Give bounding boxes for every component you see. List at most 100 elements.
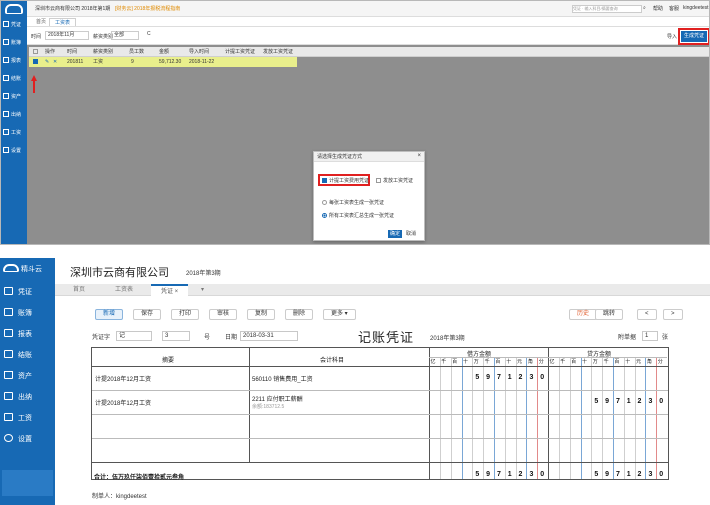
attachment-input[interactable]: 1: [642, 331, 658, 341]
sidebar-item-cashier[interactable]: 出纳: [4, 389, 54, 407]
amount-digit: 7: [496, 374, 501, 381]
copy-button[interactable]: 复制: [247, 309, 276, 320]
voucher-toolbar: 新增 保存 打印 审核 复制 删除 更多 ▾ 历史 跳转 < >: [55, 296, 710, 328]
amount-grid-line: [439, 357, 441, 479]
ledger-icon: [4, 308, 13, 316]
date-input[interactable]: 2018-03-31: [240, 331, 298, 341]
top-filter-bar: 时间 2018年11月 薪资类别 全部 C 导入: [27, 27, 709, 45]
sidebar-item-voucher[interactable]: 凭证: [3, 21, 27, 33]
generate-voucher-button[interactable]: 生成凭证: [678, 28, 709, 45]
unit-label: 亿: [430, 359, 436, 365]
row-import-time: 2018-11-22: [189, 59, 215, 65]
table-hline: [92, 390, 668, 391]
sidebar-item-ledger[interactable]: 账簿: [4, 305, 54, 323]
dialog-close-icon[interactable]: ×: [417, 153, 421, 159]
search-input[interactable]: 凭证 · 输入科目/摘要查询: [572, 5, 642, 13]
dialog-cancel-button[interactable]: 取消: [406, 230, 416, 238]
amount-digit: 9: [605, 398, 610, 405]
row-summary[interactable]: 计提2018年12月工资: [95, 398, 151, 407]
import-button[interactable]: 导入: [667, 33, 677, 40]
service-link[interactable]: 客服: [669, 5, 679, 12]
dialog-ok-button[interactable]: 确定: [388, 230, 402, 238]
amount-digit: 9: [486, 374, 491, 381]
tab-voucher[interactable]: 凭证 ×: [151, 284, 189, 296]
period-label: 2018年第3期: [186, 271, 221, 277]
tab-home[interactable]: 首页: [63, 284, 95, 296]
accrue-checkbox[interactable]: 计提工资费用凭证: [322, 177, 369, 184]
tab-more-dropdown[interactable]: ▾: [191, 284, 214, 296]
row-checkbox[interactable]: [33, 57, 40, 67]
bottom-tabbar: 首页 工资表 凭证 × ▾: [55, 284, 710, 296]
radio-each[interactable]: 每张工资表生成一张凭证: [322, 199, 384, 206]
row-account[interactable]: 560110 销售费用_工资: [252, 374, 313, 383]
sidebar-item-voucher[interactable]: 凭证: [4, 284, 54, 302]
next-button[interactable]: >: [663, 309, 683, 320]
sidebar-item-ledger[interactable]: 账簿: [3, 39, 27, 51]
sidebar-item-assets[interactable]: 资产: [4, 368, 54, 386]
amount-digit: 0: [540, 471, 545, 478]
col-amount: 金额: [159, 49, 170, 55]
unit-label: 万: [473, 359, 479, 365]
row-staff: 9: [131, 59, 134, 65]
search-icon[interactable]: ⌕: [643, 5, 646, 11]
col-accrue-voucher: 计提工资凭证: [225, 49, 256, 55]
tab-home[interactable]: 首页: [31, 18, 51, 26]
top-screenshot: 凭证 账簿 报表 结账 资产 出纳 工资 设置 深圳市云商有限公司 2018年第…: [0, 0, 710, 245]
history-button[interactable]: 历史: [569, 309, 598, 320]
delete-button[interactable]: 删除: [285, 309, 314, 320]
amount-grid-line: [623, 357, 625, 479]
amount-digit: 1: [507, 471, 512, 478]
amount-digit: 5: [475, 374, 480, 381]
sidebar-item-settings[interactable]: 设置: [4, 431, 54, 449]
delete-icon[interactable]: ✕: [53, 57, 57, 67]
print-button[interactable]: 打印: [171, 309, 200, 320]
save-button[interactable]: 保存: [133, 309, 162, 320]
more-button[interactable]: 更多 ▾: [323, 309, 356, 320]
table-row[interactable]: ✎ ✕ 201811 工资 9 59,712.30 2018-11-22: [29, 57, 297, 67]
voucher-word-label: 凭证字: [92, 335, 111, 341]
type-select[interactable]: 全部: [111, 31, 139, 40]
select-all-checkbox[interactable]: [33, 47, 40, 57]
unit-label: 角: [527, 359, 533, 365]
user-menu[interactable]: kingdeetest: [683, 5, 709, 11]
company-name: 深圳市云商有限公司 2018年第1期: [35, 6, 111, 12]
amount-digit: 1: [626, 398, 631, 405]
row-summary[interactable]: 计提2018年12月工资: [95, 374, 151, 383]
amount-grid-line: [591, 357, 593, 479]
voucher-no-stepper[interactable]: 3: [162, 331, 190, 341]
sidebar-item-payroll[interactable]: 工资: [3, 129, 27, 141]
amount-digit: 0: [659, 398, 664, 405]
pay-checkbox[interactable]: 发放工资凭证: [376, 177, 413, 184]
sidebar-item-payroll[interactable]: 工资: [4, 410, 54, 428]
add-button[interactable]: 新增: [95, 309, 124, 320]
period-select[interactable]: 2018年11月: [45, 31, 89, 40]
help-link[interactable]: 帮助: [653, 5, 663, 12]
cashier-icon: [4, 392, 13, 400]
edit-icon[interactable]: ✎: [45, 57, 49, 67]
refresh-icon[interactable]: C: [147, 31, 151, 37]
close-books-icon: [4, 350, 13, 358]
sidebar-item-report[interactable]: 报表: [4, 326, 54, 344]
audit-button[interactable]: 审核: [209, 309, 238, 320]
sidebar-item-cashier[interactable]: 出纳: [3, 111, 27, 123]
company-name: 深圳市云商有限公司: [70, 267, 169, 279]
sidebar-item-report[interactable]: 报表: [3, 57, 27, 69]
row-account[interactable]: 2211 应付职工薪酬: [252, 394, 303, 403]
col-time: 时间: [67, 49, 78, 55]
row-time: 201811: [67, 59, 84, 65]
radio-merge[interactable]: 所有工资表汇总生成一张凭证: [322, 212, 394, 219]
unit-label: 元: [636, 359, 642, 365]
jump-button[interactable]: 跳转: [595, 309, 624, 320]
guide-link[interactable]: [财务云] 2018年报税流程指南: [115, 5, 180, 12]
table-hline: [92, 462, 668, 463]
tab-salary[interactable]: 工资表: [49, 18, 77, 26]
sidebar-item-assets[interactable]: 资产: [3, 93, 27, 105]
unit-label: 百: [571, 359, 577, 365]
sidebar-item-close[interactable]: 结账: [3, 75, 27, 87]
sidebar-item-close[interactable]: 结账: [4, 347, 54, 365]
top-sidebar: 凭证 账簿 报表 结账 资产 出纳 工资 设置: [1, 1, 27, 244]
voucher-word-select[interactable]: 记: [116, 331, 152, 341]
sidebar-item-settings[interactable]: 设置: [3, 147, 27, 159]
tab-salary[interactable]: 工资表: [105, 284, 143, 296]
prev-button[interactable]: <: [637, 309, 657, 320]
